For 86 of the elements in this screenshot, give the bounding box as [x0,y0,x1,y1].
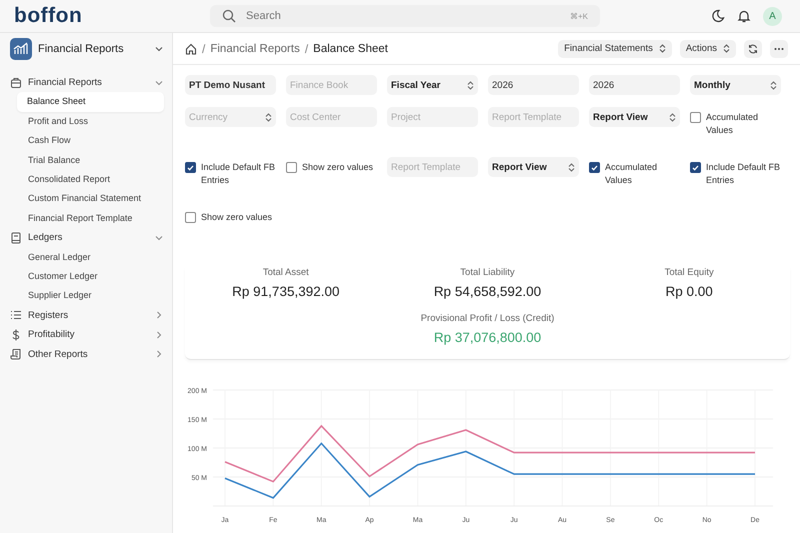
select-field[interactable]: Report View [589,107,680,127]
summary-label: Total Asset [262,267,309,278]
caret-icon [658,44,666,53]
refresh-button[interactable] [744,40,762,58]
input-field[interactable]: Report Template [387,157,478,177]
check-icon [591,164,598,170]
sidebar-item[interactable]: Profit and Loss [11,112,164,132]
checkbox[interactable] [286,162,297,173]
summary-value: Rp 37,076,800.00 [434,330,542,345]
input-field[interactable]: Project [387,107,478,127]
avatar[interactable]: A [763,6,782,26]
more-button[interactable] [770,40,788,58]
briefcase-icon [10,76,22,89]
input-field[interactable]: 2026 [589,75,680,95]
sidebar-item[interactable]: Cash Flow [11,131,164,151]
checkbox-label[interactable]: Accumulated Values [605,161,680,187]
breadcrumb-separator: / [202,42,206,56]
book-icon [10,232,22,244]
input-field[interactable]: 2026 [488,75,579,95]
sidebar-group[interactable]: Profitability [10,325,164,344]
input-field[interactable]: PT Demo Nusant [185,75,276,95]
caret-icon [723,44,730,53]
sidebar-item[interactable]: Customer Ledger [11,266,164,286]
search-icon [222,9,236,23]
dropdown-button[interactable]: Actions [680,40,736,58]
sidebar-item[interactable]: Consolidated Report [11,170,164,190]
checkbox[interactable] [185,162,196,173]
checkbox[interactable] [690,162,701,173]
checkbox-label[interactable]: Include Default FB Entries [201,161,276,187]
breadcrumb-link[interactable]: Financial Reports [210,42,300,54]
moon-icon[interactable] [711,9,725,23]
sidebar-item[interactable]: General Ledger [11,248,164,267]
bell-icon[interactable] [737,9,751,23]
sidebar-item[interactable]: Custom Financial Statement [11,189,164,209]
checkbox[interactable] [589,162,600,173]
dropdown-button[interactable]: Financial Statements [558,40,672,58]
summary-label: Total Liability [460,267,515,278]
dollar-icon [10,328,22,341]
input-field[interactable]: Report Template [488,107,579,127]
checkbox-label[interactable]: Show zero values [201,211,272,224]
checkbox[interactable] [690,112,701,123]
chevron-right-icon [154,349,164,360]
select-field[interactable]: Monthly [690,75,781,95]
list-icon [10,309,22,322]
select-field[interactable]: Report View [488,157,579,177]
sidebar-item[interactable]: Trial Balance [11,150,164,170]
check-icon [187,164,194,170]
input-field[interactable]: Cost Center [286,107,377,127]
workspace-switcher[interactable]: Financial Reports [10,37,164,61]
chevron-down-icon [154,44,164,54]
check-icon [692,164,699,170]
summary-value: Rp 0.00 [666,284,713,299]
caret-icon [770,80,777,90]
sidebar-item[interactable]: Supplier Ledger [11,286,164,306]
select-field[interactable]: Fiscal Year [387,75,478,95]
sidebar-item[interactable]: Balance Sheet [17,92,164,112]
breadcrumb-separator: / [304,42,308,56]
caret-icon [467,80,474,90]
sidebar-group[interactable]: Ledgers [10,228,164,248]
sidebar-item[interactable]: Financial Report Template [11,208,164,228]
chevron-right-icon [154,310,164,320]
caret-icon [265,112,272,122]
shortcut-hint: ⌘+K [570,12,588,20]
summary-label: Total Equity [664,267,714,278]
sidebar-group[interactable]: Other Reports [10,344,164,364]
input-field[interactable]: Finance Book [286,75,377,95]
chart-app-icon [10,38,32,60]
refresh-icon [748,44,758,54]
summary-value: Rp 91,735,392.00 [232,284,340,299]
caret-icon [669,112,676,122]
home-icon[interactable] [185,42,197,54]
checkbox[interactable] [185,212,196,223]
summary-label: Provisional Profit / Loss (Credit) [420,313,554,324]
search-input[interactable]: Search [244,9,562,23]
logo[interactable]: boffon [14,4,210,28]
checkbox-label[interactable]: Accumulated Values [706,111,781,137]
sidebar-group[interactable]: Registers [10,306,164,326]
chevron-right-icon [154,330,164,340]
checkbox-label[interactable]: Show zero values [302,161,374,174]
more-icon [774,46,784,50]
caret-icon [568,162,575,172]
summary-value: Rp 54,658,592.00 [434,284,542,299]
checkbox-label[interactable]: Include Default FB Entries [706,161,781,187]
page-title: Balance Sheet [313,42,388,54]
scroll-icon [10,348,22,360]
sidebar-group[interactable]: Financial Reports [10,73,164,92]
